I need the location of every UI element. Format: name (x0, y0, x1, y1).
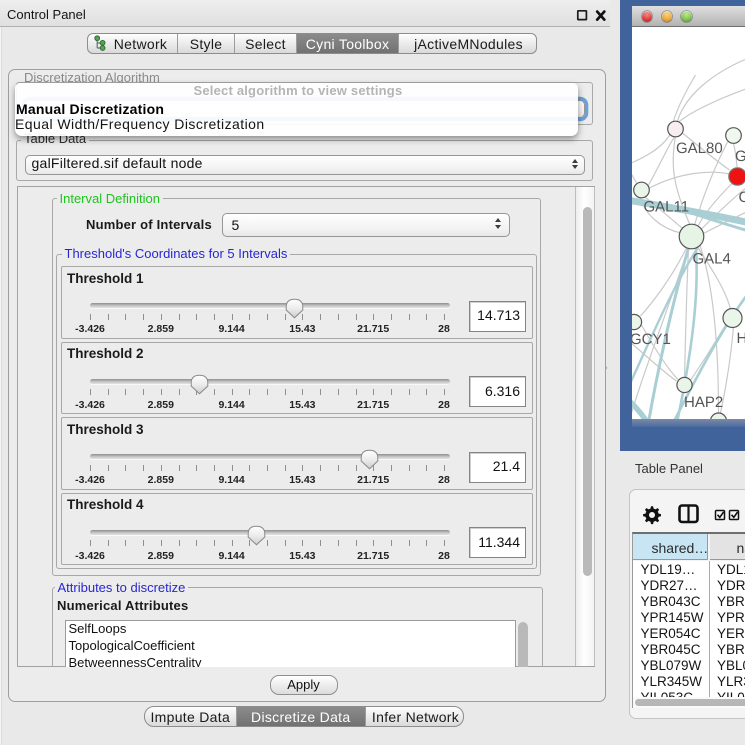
svg-text:C: C (738, 189, 745, 206)
svg-text:GA: GA (735, 148, 745, 165)
svg-text:H: H (736, 330, 745, 347)
svg-text:GAL11: GAL11 (643, 199, 689, 216)
svg-text:HAP2: HAP2 (684, 394, 723, 411)
svg-text:GCY1: GCY1 (632, 331, 671, 348)
svg-text:GAL80: GAL80 (676, 140, 723, 157)
svg-text:GAL4: GAL4 (692, 251, 730, 268)
